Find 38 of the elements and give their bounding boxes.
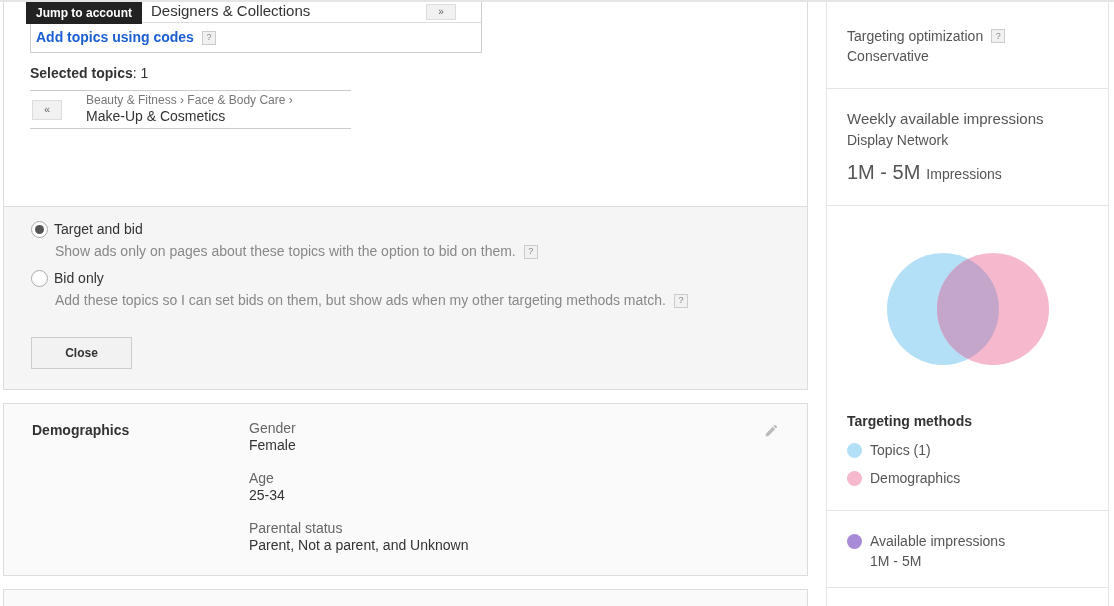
- section-title: Demographics: [32, 421, 131, 440]
- edit-icon[interactable]: [764, 423, 779, 438]
- close-button[interactable]: Close: [31, 337, 132, 369]
- help-icon[interactable]: ?: [673, 293, 688, 308]
- optimization-value: Conservative: [847, 47, 930, 66]
- field-value: Parent, Not a parent, and Unknown: [249, 537, 469, 554]
- help-icon[interactable]: ?: [991, 29, 1006, 43]
- field-label: Age: [249, 470, 275, 487]
- field-label: Parental status: [249, 520, 344, 537]
- radio-button[interactable]: [31, 269, 48, 287]
- tooltip: Jump to account: [26, 2, 142, 24]
- field-value: Female: [249, 437, 297, 454]
- available-label: Available impressions: [870, 532, 1006, 551]
- field-label: Gender: [249, 420, 297, 437]
- topic-path: Beauty & Fitness › Face & Body Care ›: [86, 93, 293, 109]
- impressions-unit: Impressions: [926, 165, 1002, 184]
- network-label: Display Network: [847, 131, 950, 150]
- option-label[interactable]: Target and bid: [54, 218, 143, 240]
- impressions-range: 1M - 5M: [847, 160, 921, 185]
- option-description: Add these topics so I can set bids on them, but show ads when my other targeting methods match.: [55, 291, 666, 310]
- help-icon[interactable]: ?: [523, 244, 538, 259]
- legend-label: Topics (1): [870, 440, 931, 460]
- topic-name: Make-Up & Cosmetics: [86, 108, 227, 126]
- help-icon[interactable]: ?: [201, 30, 216, 45]
- impressions-title: Weekly available impressions: [847, 109, 1045, 129]
- option-description: Show ads only on pages about these topics with the option to bid on them.: [55, 242, 516, 261]
- optimization-label: Targeting optimization: [847, 27, 984, 46]
- legend-label: Demographics: [870, 468, 961, 488]
- methods-title: Targeting methods: [847, 412, 973, 431]
- remove-button[interactable]: «: [32, 99, 62, 120]
- option-label[interactable]: Bid only: [54, 267, 104, 289]
- radio-button[interactable]: [31, 220, 48, 238]
- field-value: 25-34: [249, 487, 286, 504]
- available-value: 1M - 5M: [869, 552, 923, 571]
- selected-topics-label: Selected topics: 1: [30, 64, 150, 83]
- add-codes-link[interactable]: Add topics using codes: [36, 27, 194, 48]
- topic-name[interactable]: Designers & Collections: [151, 2, 311, 18]
- add-button[interactable]: »: [426, 4, 456, 20]
